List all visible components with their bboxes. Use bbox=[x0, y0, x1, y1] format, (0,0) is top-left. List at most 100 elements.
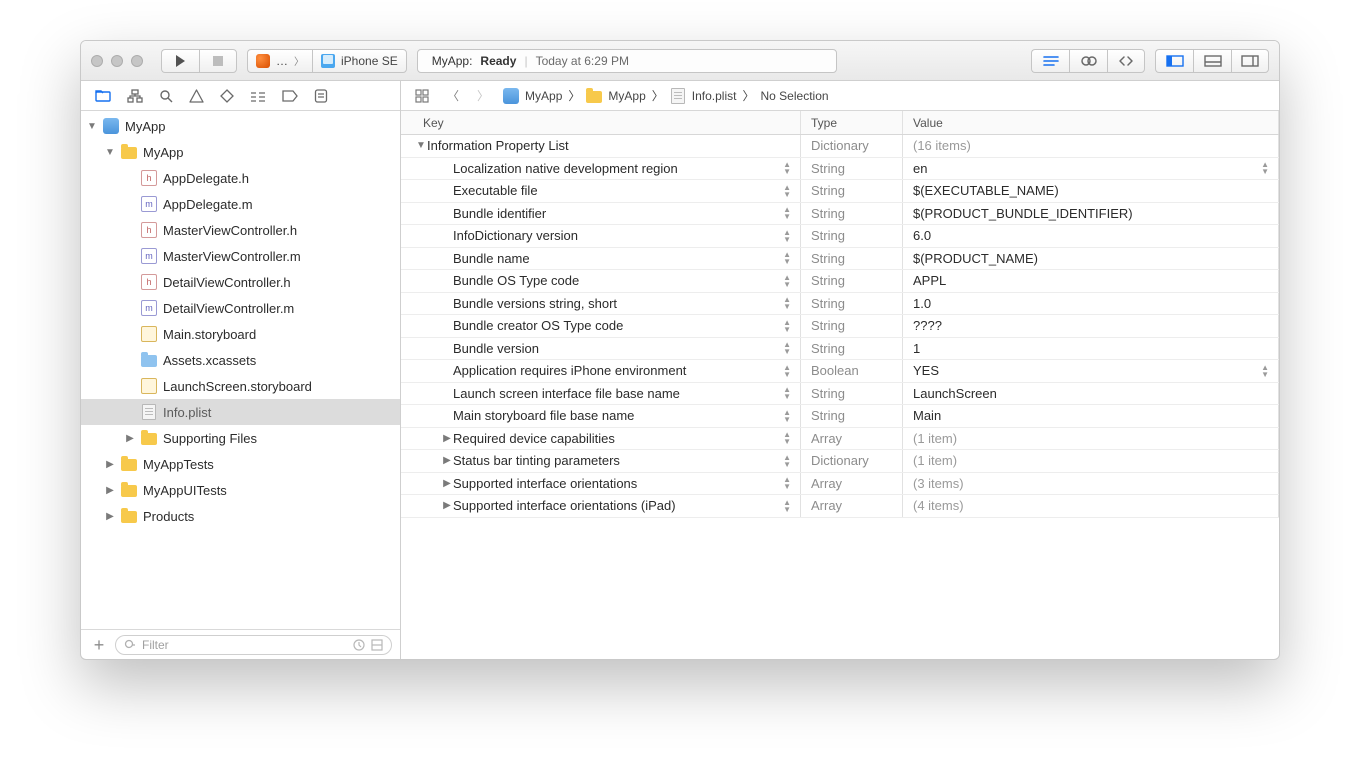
tree-item[interactable]: ▶MyAppUITests bbox=[81, 477, 400, 503]
tree-item[interactable]: hDetailViewController.h bbox=[81, 269, 400, 295]
plist-row[interactable]: Application requires iPhone environment▲… bbox=[401, 360, 1279, 383]
plist-row[interactable]: Bundle name▲▼String$(PRODUCT_NAME) bbox=[401, 248, 1279, 271]
tree-item[interactable]: mMasterViewController.m bbox=[81, 243, 400, 269]
disclosure-icon[interactable]: ▼ bbox=[415, 140, 427, 151]
tree-item[interactable]: LaunchScreen.storyboard bbox=[81, 373, 400, 399]
toggle-navigator-pane[interactable] bbox=[1155, 49, 1193, 73]
disclosure-icon[interactable]: ▶ bbox=[441, 455, 453, 466]
stepper-icon[interactable]: ▲▼ bbox=[775, 476, 790, 490]
plist-row[interactable]: ▶Status bar tinting parameters▲▼Dictiona… bbox=[401, 450, 1279, 473]
tree-item[interactable]: hMasterViewController.h bbox=[81, 217, 400, 243]
recent-icon[interactable] bbox=[353, 639, 365, 651]
disclosure-icon[interactable]: ▶ bbox=[125, 433, 135, 444]
plist-row[interactable]: Main storyboard file base name▲▼StringMa… bbox=[401, 405, 1279, 428]
issue-navigator-tab[interactable] bbox=[189, 89, 204, 103]
stepper-icon[interactable]: ▲▼ bbox=[775, 251, 790, 265]
add-button[interactable]: + bbox=[89, 637, 109, 653]
stepper-icon[interactable]: ▲▼ bbox=[775, 184, 790, 198]
disclosure-icon[interactable]: ▶ bbox=[441, 478, 453, 489]
stepper-icon[interactable]: ▲▼ bbox=[775, 499, 790, 513]
debug-navigator-tab[interactable] bbox=[250, 89, 266, 103]
tree-item[interactable]: Main.storyboard bbox=[81, 321, 400, 347]
scm-icon[interactable] bbox=[371, 639, 383, 651]
find-navigator-tab[interactable] bbox=[159, 89, 173, 103]
stepper-icon[interactable]: ▲▼ bbox=[775, 296, 790, 310]
test-navigator-tab[interactable] bbox=[220, 89, 234, 103]
plist-row[interactable]: ▶Supported interface orientations (iPad)… bbox=[401, 495, 1279, 518]
column-value[interactable]: Value bbox=[903, 111, 1279, 134]
breadcrumb-item[interactable]: MyApp bbox=[503, 88, 562, 104]
disclosure-icon[interactable]: ▶ bbox=[105, 511, 115, 522]
plist-row[interactable]: Localization native development region▲▼… bbox=[401, 158, 1279, 181]
filter-field[interactable]: Filter bbox=[115, 635, 392, 655]
stop-button[interactable] bbox=[199, 49, 237, 73]
plist-row[interactable]: Bundle creator OS Type code▲▼String???? bbox=[401, 315, 1279, 338]
stepper-icon[interactable]: ▲▼ bbox=[1253, 161, 1268, 175]
plist-row[interactable]: Bundle OS Type code▲▼StringAPPL bbox=[401, 270, 1279, 293]
breadcrumb-item[interactable]: MyApp bbox=[586, 88, 645, 104]
breadcrumb-item[interactable]: No Selection bbox=[761, 89, 829, 103]
related-items-button[interactable] bbox=[411, 89, 433, 103]
scheme-selector[interactable]: … 〉 bbox=[247, 49, 312, 73]
tree-item[interactable]: ▼MyApp bbox=[81, 113, 400, 139]
stepper-icon[interactable]: ▲▼ bbox=[775, 319, 790, 333]
column-key[interactable]: Key bbox=[401, 111, 801, 134]
plist-row[interactable]: InfoDictionary version▲▼String6.0 bbox=[401, 225, 1279, 248]
stepper-icon[interactable]: ▲▼ bbox=[775, 431, 790, 445]
plist-row[interactable]: ▶Required device capabilities▲▼Array(1 i… bbox=[401, 428, 1279, 451]
stepper-icon[interactable]: ▲▼ bbox=[775, 364, 790, 378]
tree-item[interactable]: ▶Products bbox=[81, 503, 400, 529]
disclosure-icon[interactable]: ▶ bbox=[105, 485, 115, 496]
tree-item[interactable]: hAppDelegate.h bbox=[81, 165, 400, 191]
stepper-icon[interactable]: ▲▼ bbox=[775, 229, 790, 243]
stepper-icon[interactable]: ▲▼ bbox=[775, 409, 790, 423]
tree-item[interactable]: ▶Supporting Files bbox=[81, 425, 400, 451]
disclosure-icon[interactable]: ▶ bbox=[441, 500, 453, 511]
plist-row[interactable]: ▼Information Property ListDictionary(16 … bbox=[401, 135, 1279, 158]
stepper-icon[interactable]: ▲▼ bbox=[775, 206, 790, 220]
toggle-utilities-pane[interactable] bbox=[1231, 49, 1269, 73]
plist-row[interactable]: ▶Supported interface orientations▲▼Array… bbox=[401, 473, 1279, 496]
run-button[interactable] bbox=[161, 49, 199, 73]
zoom-window-button[interactable] bbox=[131, 55, 143, 67]
plist-row[interactable]: Bundle version▲▼String1 bbox=[401, 338, 1279, 361]
destination-selector[interactable]: iPhone SE bbox=[312, 49, 407, 73]
breadcrumb-item[interactable]: Info.plist bbox=[670, 88, 737, 104]
plist-row[interactable]: Bundle versions string, short▲▼String1.0 bbox=[401, 293, 1279, 316]
tree-item[interactable]: mAppDelegate.m bbox=[81, 191, 400, 217]
editor-mode-version[interactable] bbox=[1107, 49, 1145, 73]
editor-mode-assistant[interactable] bbox=[1069, 49, 1107, 73]
project-navigator-tab[interactable] bbox=[95, 89, 111, 103]
stepper-icon[interactable]: ▲▼ bbox=[1253, 364, 1268, 378]
tree-item[interactable]: mDetailViewController.m bbox=[81, 295, 400, 321]
tree-item[interactable]: ▼MyApp bbox=[81, 139, 400, 165]
forward-button[interactable]: 〉 bbox=[473, 87, 493, 104]
editor-mode-standard[interactable] bbox=[1031, 49, 1069, 73]
plist-row[interactable]: Bundle identifier▲▼String$(PRODUCT_BUNDL… bbox=[401, 203, 1279, 226]
stepper-icon[interactable]: ▲▼ bbox=[775, 274, 790, 288]
toggle-debug-pane[interactable] bbox=[1193, 49, 1231, 73]
report-navigator-tab[interactable] bbox=[314, 89, 328, 103]
plist-row[interactable]: Executable file▲▼String$(EXECUTABLE_NAME… bbox=[401, 180, 1279, 203]
plist-row[interactable]: Launch screen interface file base name▲▼… bbox=[401, 383, 1279, 406]
tree-item[interactable]: Info.plist bbox=[81, 399, 400, 425]
disclosure-icon[interactable]: ▶ bbox=[441, 433, 453, 444]
plist-type: Dictionary bbox=[801, 450, 903, 472]
stepper-icon[interactable]: ▲▼ bbox=[775, 341, 790, 355]
breakpoint-navigator-tab[interactable] bbox=[282, 90, 298, 102]
close-window-button[interactable] bbox=[91, 55, 103, 67]
stepper-icon[interactable]: ▲▼ bbox=[775, 454, 790, 468]
disclosure-icon[interactable]: ▶ bbox=[105, 459, 115, 470]
source-control-navigator-tab[interactable] bbox=[127, 89, 143, 103]
minimize-window-button[interactable] bbox=[111, 55, 123, 67]
tree-item[interactable]: ▶MyAppTests bbox=[81, 451, 400, 477]
stepper-icon[interactable]: ▲▼ bbox=[775, 386, 790, 400]
disclosure-icon[interactable]: ▼ bbox=[105, 147, 115, 158]
project-tree[interactable]: ▼MyApp▼MyApphAppDelegate.hmAppDelegate.m… bbox=[81, 111, 400, 629]
stepper-icon[interactable]: ▲▼ bbox=[775, 161, 790, 175]
back-button[interactable]: 〈 bbox=[443, 87, 463, 104]
disclosure-icon[interactable]: ▼ bbox=[87, 121, 97, 132]
plist-type: String bbox=[801, 270, 903, 292]
tree-item[interactable]: Assets.xcassets bbox=[81, 347, 400, 373]
column-type[interactable]: Type bbox=[801, 111, 903, 134]
